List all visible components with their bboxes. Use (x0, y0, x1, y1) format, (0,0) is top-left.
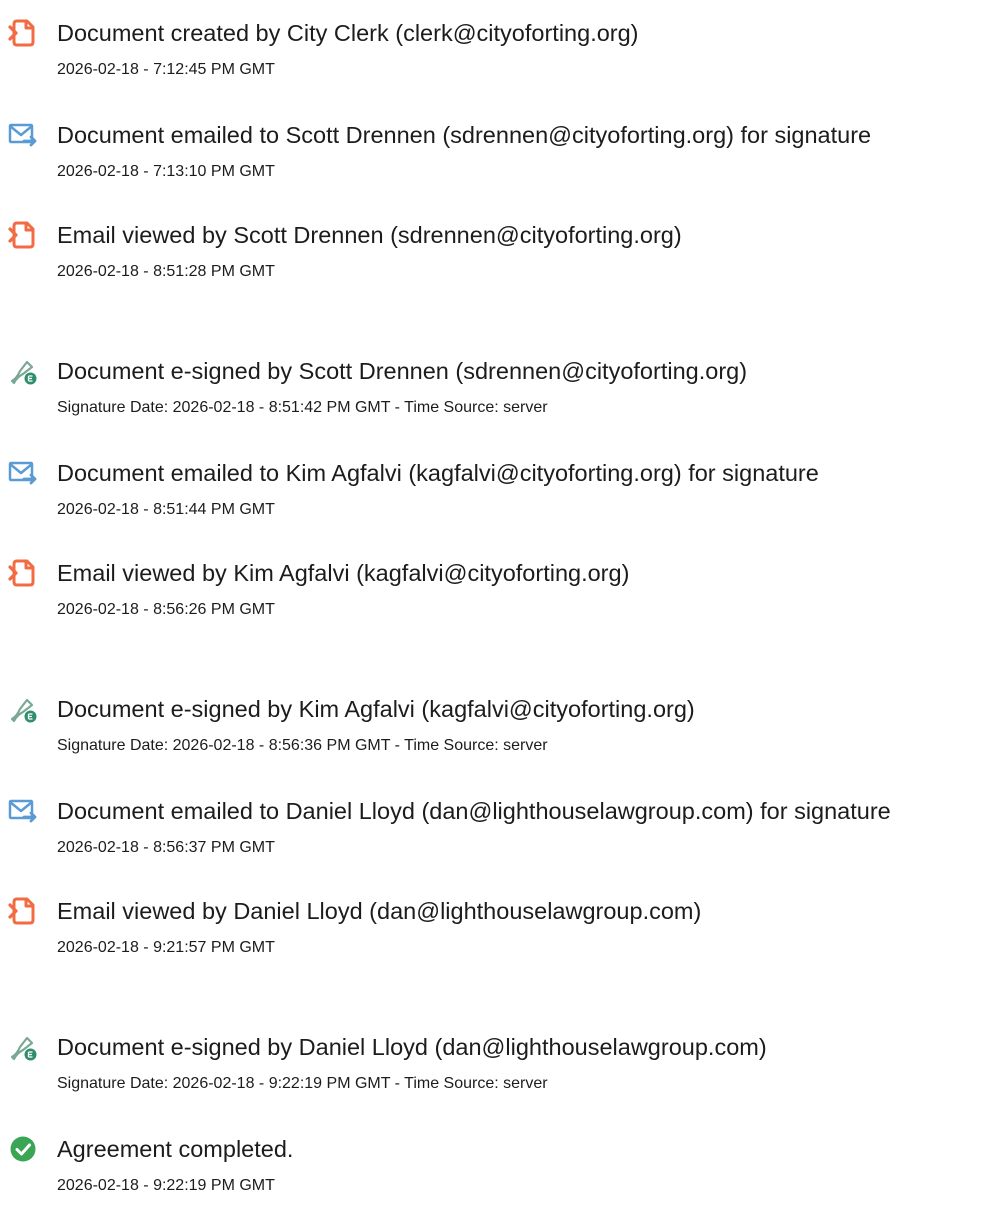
event-title: Document emailed to Scott Drennen (sdren… (57, 122, 872, 148)
event-title: Document created by City Clerk (clerk@ci… (57, 20, 639, 46)
document-viewed-icon (8, 558, 38, 588)
document-created-icon (8, 18, 38, 48)
event-item: Email viewed by Scott Drennen (sdrennen@… (0, 220, 1002, 310)
event-timestamp: Signature Date: 2026-02-18 - 8:51:42 PM … (57, 399, 548, 416)
event-item: Document emailed to Kim Agfalvi (kagfalv… (0, 458, 1002, 548)
event-timestamp: 2026-02-18 - 7:13:10 PM GMT (57, 163, 275, 180)
event-timestamp: 2026-02-18 - 9:21:57 PM GMT (57, 939, 275, 956)
event-item: Document emailed to Scott Drennen (sdren… (0, 120, 1002, 210)
audit-history: Document created by City Clerk (clerk@ci… (0, 0, 1002, 1222)
e-sign-pen-icon (8, 694, 38, 724)
event-title: Document e-signed by Kim Agfalvi (kagfal… (57, 696, 695, 722)
event-item: Email viewed by Daniel Lloyd (dan@lighth… (0, 896, 1002, 986)
email-sent-icon (8, 458, 38, 488)
document-viewed-icon (8, 896, 38, 926)
event-timestamp: 2026-02-18 - 7:12:45 PM GMT (57, 61, 275, 78)
document-viewed-icon (8, 220, 38, 250)
event-item: Agreement completed. 2026-02-18 - 9:22:1… (0, 1134, 1002, 1224)
event-timestamp: 2026-02-18 - 8:51:44 PM GMT (57, 501, 275, 518)
event-item: Email viewed by Kim Agfalvi (kagfalvi@ci… (0, 558, 1002, 648)
event-timestamp: Signature Date: 2026-02-18 - 8:56:36 PM … (57, 737, 548, 754)
check-circle-icon (8, 1134, 38, 1164)
event-timestamp: 2026-02-18 - 8:56:37 PM GMT (57, 839, 275, 856)
event-item: Document e-signed by Kim Agfalvi (kagfal… (0, 694, 1002, 784)
event-item: Document e-signed by Daniel Lloyd (dan@l… (0, 1032, 1002, 1122)
event-title: Document emailed to Kim Agfalvi (kagfalv… (57, 460, 819, 486)
event-title: Agreement completed. (57, 1136, 294, 1162)
event-item: Document created by City Clerk (clerk@ci… (0, 18, 1002, 108)
event-item: Document emailed to Daniel Lloyd (dan@li… (0, 796, 1002, 886)
event-title: Document emailed to Daniel Lloyd (dan@li… (57, 798, 891, 824)
event-title: Email viewed by Kim Agfalvi (kagfalvi@ci… (57, 560, 630, 586)
email-sent-icon (8, 120, 38, 150)
event-title: Email viewed by Daniel Lloyd (dan@lighth… (57, 898, 702, 924)
event-timestamp: 2026-02-18 - 8:51:28 PM GMT (57, 263, 275, 280)
event-timestamp: Signature Date: 2026-02-18 - 9:22:19 PM … (57, 1075, 548, 1092)
event-timestamp: 2026-02-18 - 9:22:19 PM GMT (57, 1177, 275, 1194)
event-title: Document e-signed by Scott Drennen (sdre… (57, 358, 748, 384)
event-timestamp: 2026-02-18 - 8:56:26 PM GMT (57, 601, 275, 618)
event-item: Document e-signed by Scott Drennen (sdre… (0, 356, 1002, 446)
email-sent-icon (8, 796, 38, 826)
event-title: Document e-signed by Daniel Lloyd (dan@l… (57, 1034, 767, 1060)
e-sign-pen-icon (8, 356, 38, 386)
event-title: Email viewed by Scott Drennen (sdrennen@… (57, 222, 682, 248)
e-sign-pen-icon (8, 1032, 38, 1062)
